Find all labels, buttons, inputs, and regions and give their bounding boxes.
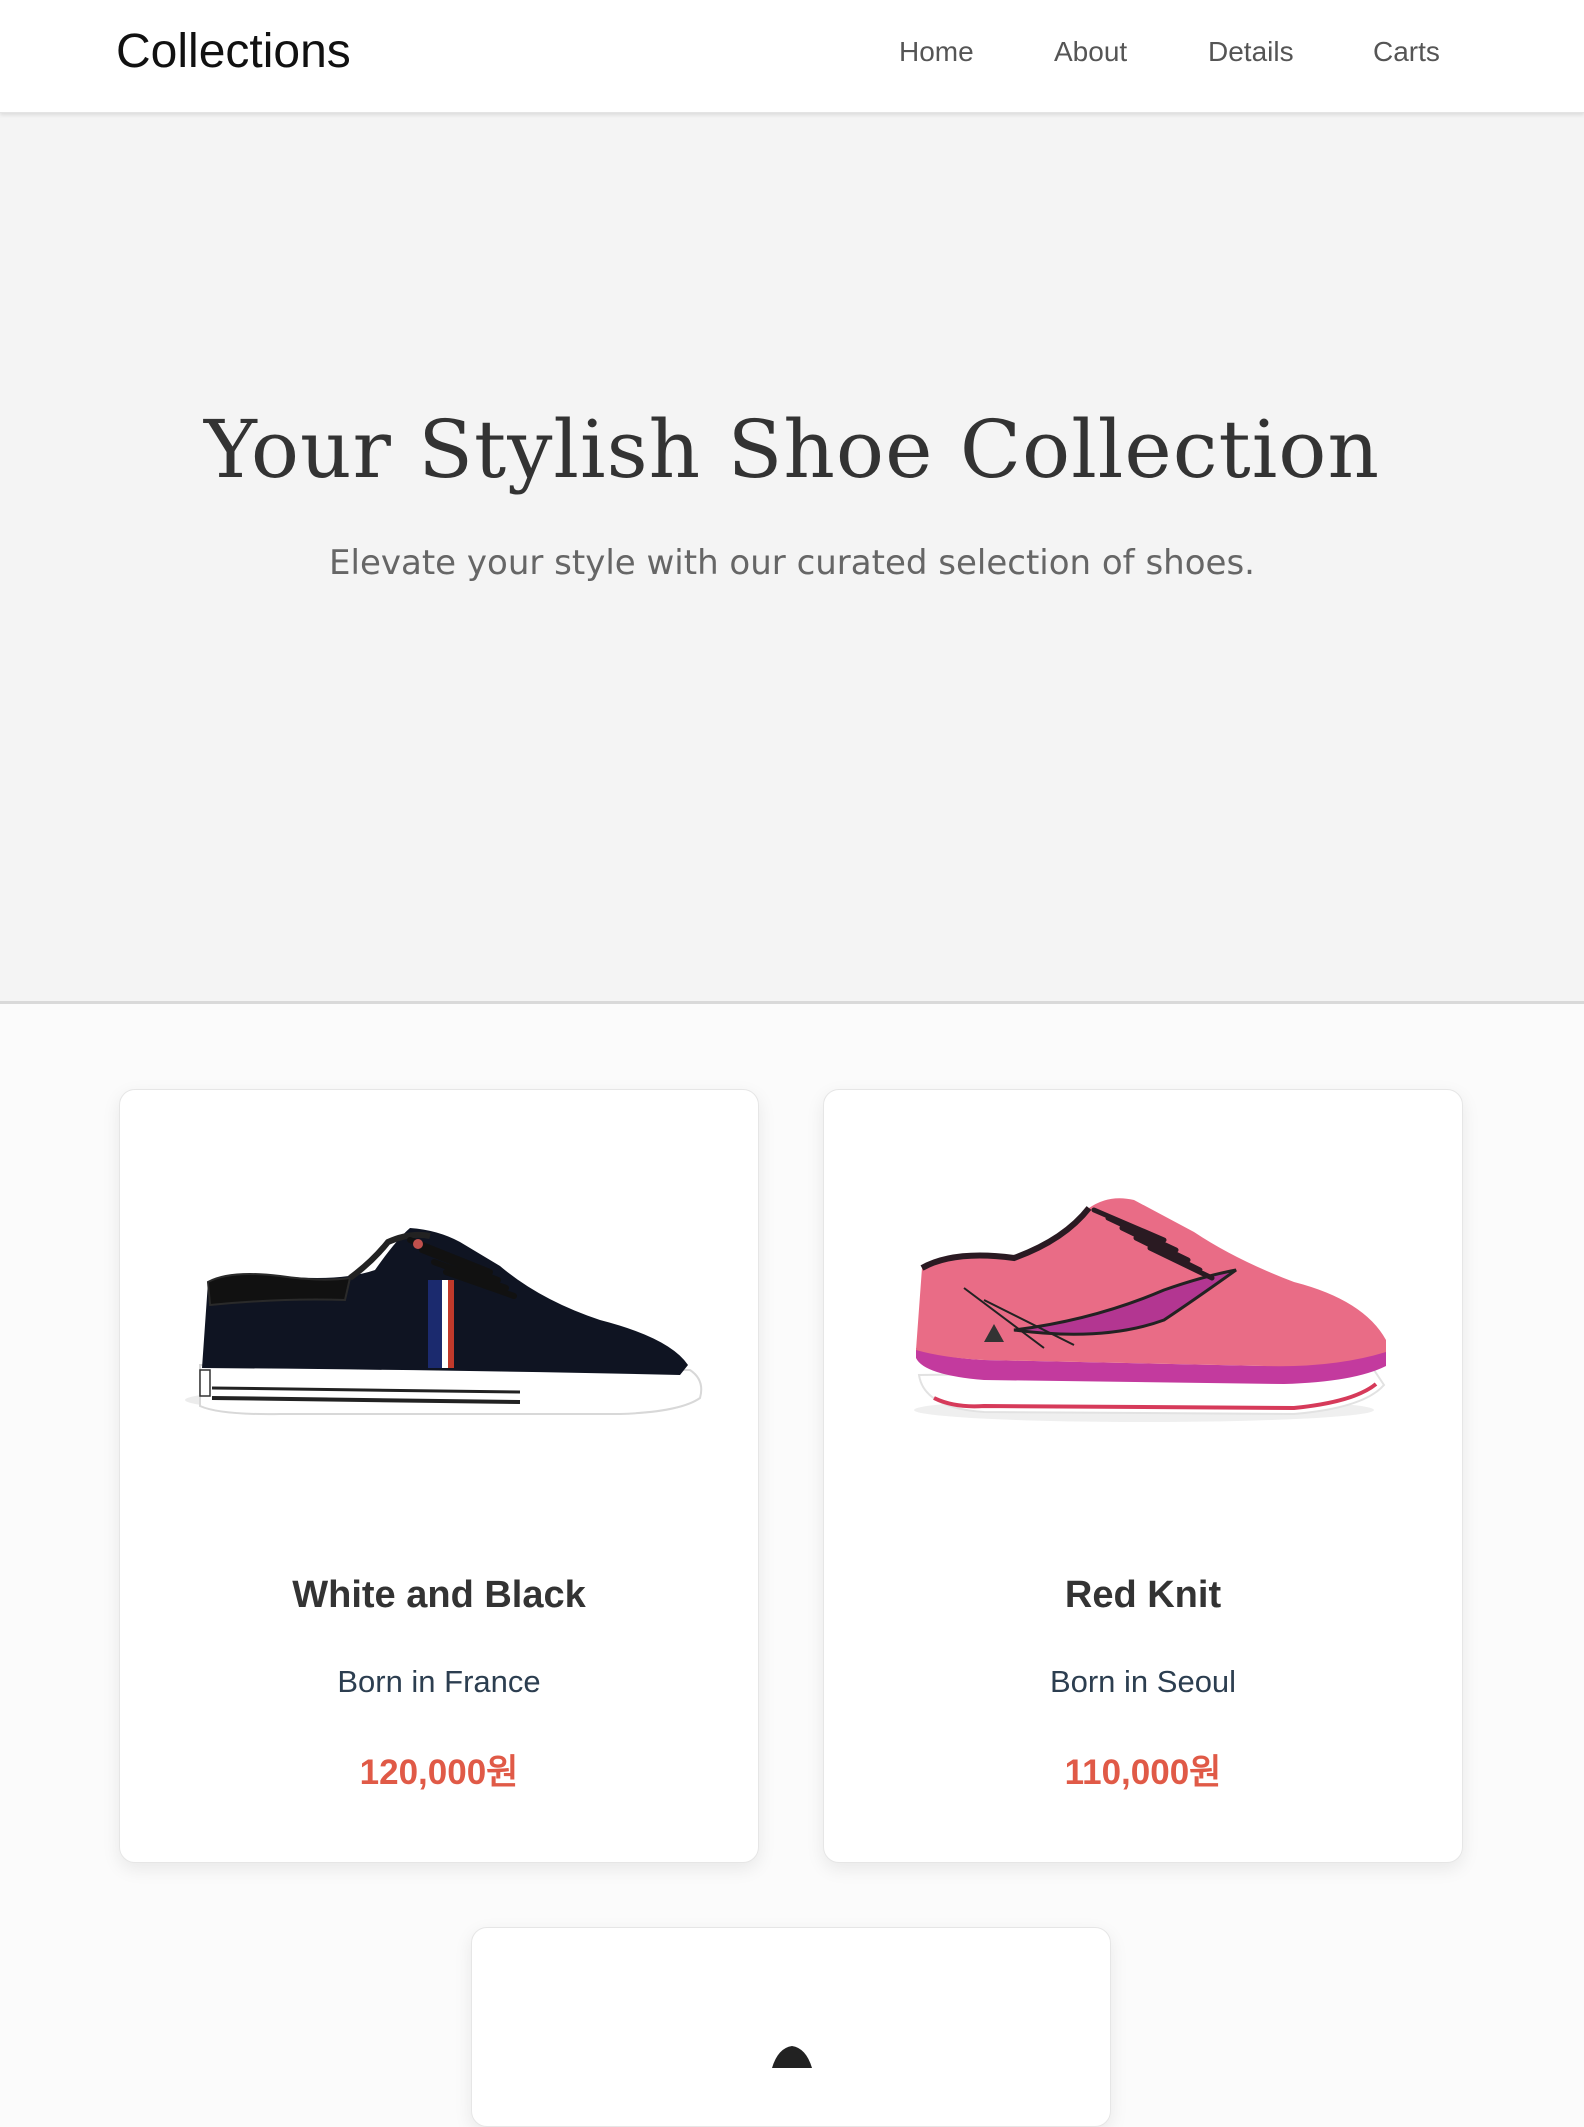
nav-links: Home About Details Carts [0, 36, 1584, 76]
top-navbar: Collections Home About Details Carts [0, 0, 1584, 113]
nav-link-home[interactable]: Home [899, 36, 974, 68]
black-sneaker-image [185, 1228, 703, 1416]
nav-link-about[interactable]: About [1054, 36, 1127, 68]
product-card-red-knit[interactable]: Red Knit Born in Seoul 110,000원 [823, 1089, 1463, 1863]
product-name: Red Knit [1064, 1574, 1222, 1616]
product-name: White and Black [292, 1574, 586, 1616]
product-card-partial[interactable] [471, 1927, 1111, 2127]
nav-link-carts[interactable]: Carts [1373, 36, 1440, 68]
shoe-image [772, 2046, 812, 2068]
product-price: 120,000원 [359, 1753, 519, 1792]
product-price: 110,000원 [1064, 1753, 1222, 1792]
hero-subtitle: Elevate your style with our curated sele… [329, 543, 1255, 583]
nav-link-details[interactable]: Details [1208, 36, 1294, 68]
hero-title: Your Stylish Shoe Collection [204, 403, 1380, 496]
product-card-white-and-black[interactable]: White and Black Born in France 120,000원 [119, 1089, 759, 1863]
product-origin: Born in France [337, 1664, 541, 1699]
pink-running-shoe-image [914, 1198, 1386, 1422]
hero-section: Your Stylish Shoe Collection Elevate you… [0, 113, 1584, 1004]
product-origin: Born in Seoul [1049, 1664, 1237, 1699]
